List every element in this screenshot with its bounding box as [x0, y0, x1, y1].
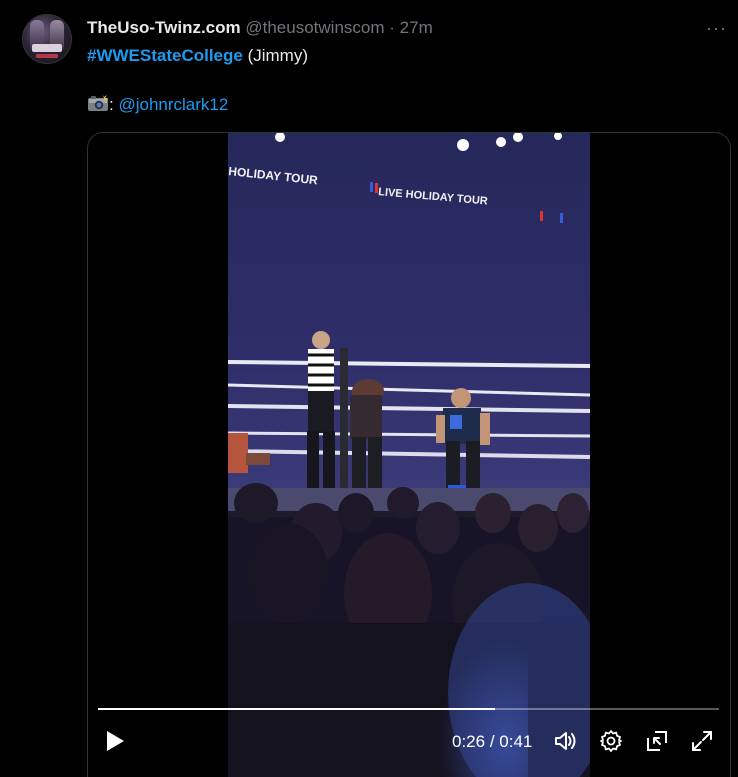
crowd-head [234, 483, 278, 523]
avatar[interactable] [22, 14, 72, 64]
tweet-text: (Jimmy) [242, 46, 309, 65]
crowd-head [248, 523, 328, 623]
picture-in-picture-icon[interactable] [644, 728, 670, 754]
ceiling-light [496, 137, 506, 147]
video-time-separator: / [485, 732, 500, 751]
time-separator: · [389, 18, 395, 37]
mention-link[interactable]: @johnrclark12 [118, 95, 228, 114]
play-icon[interactable] [102, 728, 128, 754]
crowd-head [557, 493, 589, 533]
video-frame[interactable]: HOLIDAY TOUR LIVE HOLIDAY TOUR [228, 133, 590, 777]
fullscreen-icon[interactable] [689, 728, 715, 754]
video-player[interactable]: HOLIDAY TOUR LIVE HOLIDAY TOUR 0:26 / 0:… [87, 132, 731, 777]
settings-gear-icon[interactable] [598, 728, 624, 754]
avatar-plate-accent [36, 54, 58, 58]
crowd-head [387, 487, 419, 519]
crowd-head [338, 493, 374, 533]
crowd-head [518, 504, 558, 552]
tweet-text-line-1: #WWEStateCollege (Jimmy) [87, 44, 308, 68]
crowd-head [416, 502, 460, 554]
camera-flash-icon [87, 94, 109, 111]
more-options-icon[interactable]: ··· [706, 18, 726, 38]
ceiling-light [457, 139, 469, 151]
tweet-text-line-2: : @johnrclark12 [87, 93, 228, 117]
video-progress-fill [98, 708, 496, 710]
crowd-head [475, 493, 511, 533]
tweet[interactable]: TheUso-Twinz.com @theusotwinscom · 27m ·… [0, 0, 738, 777]
hashtag-link[interactable]: #WWEStateCollege [87, 46, 243, 65]
video-controls: 0:26 / 0:41 [88, 728, 730, 768]
video-progress-bar[interactable] [98, 708, 719, 710]
tweet-header: TheUso-Twinz.com @theusotwinscom · 27m [87, 17, 433, 39]
video-current-time: 0:26 [452, 732, 486, 751]
volume-icon[interactable] [553, 728, 579, 754]
post-time[interactable]: 27m [400, 18, 433, 37]
video-time-readout: 0:26 / 0:41 [452, 732, 532, 752]
user-handle[interactable]: @theusotwinscom [245, 18, 384, 37]
avatar-plate [32, 44, 62, 52]
video-duration: 0:41 [499, 732, 533, 751]
display-name[interactable]: TheUso-Twinz.com [87, 18, 241, 37]
